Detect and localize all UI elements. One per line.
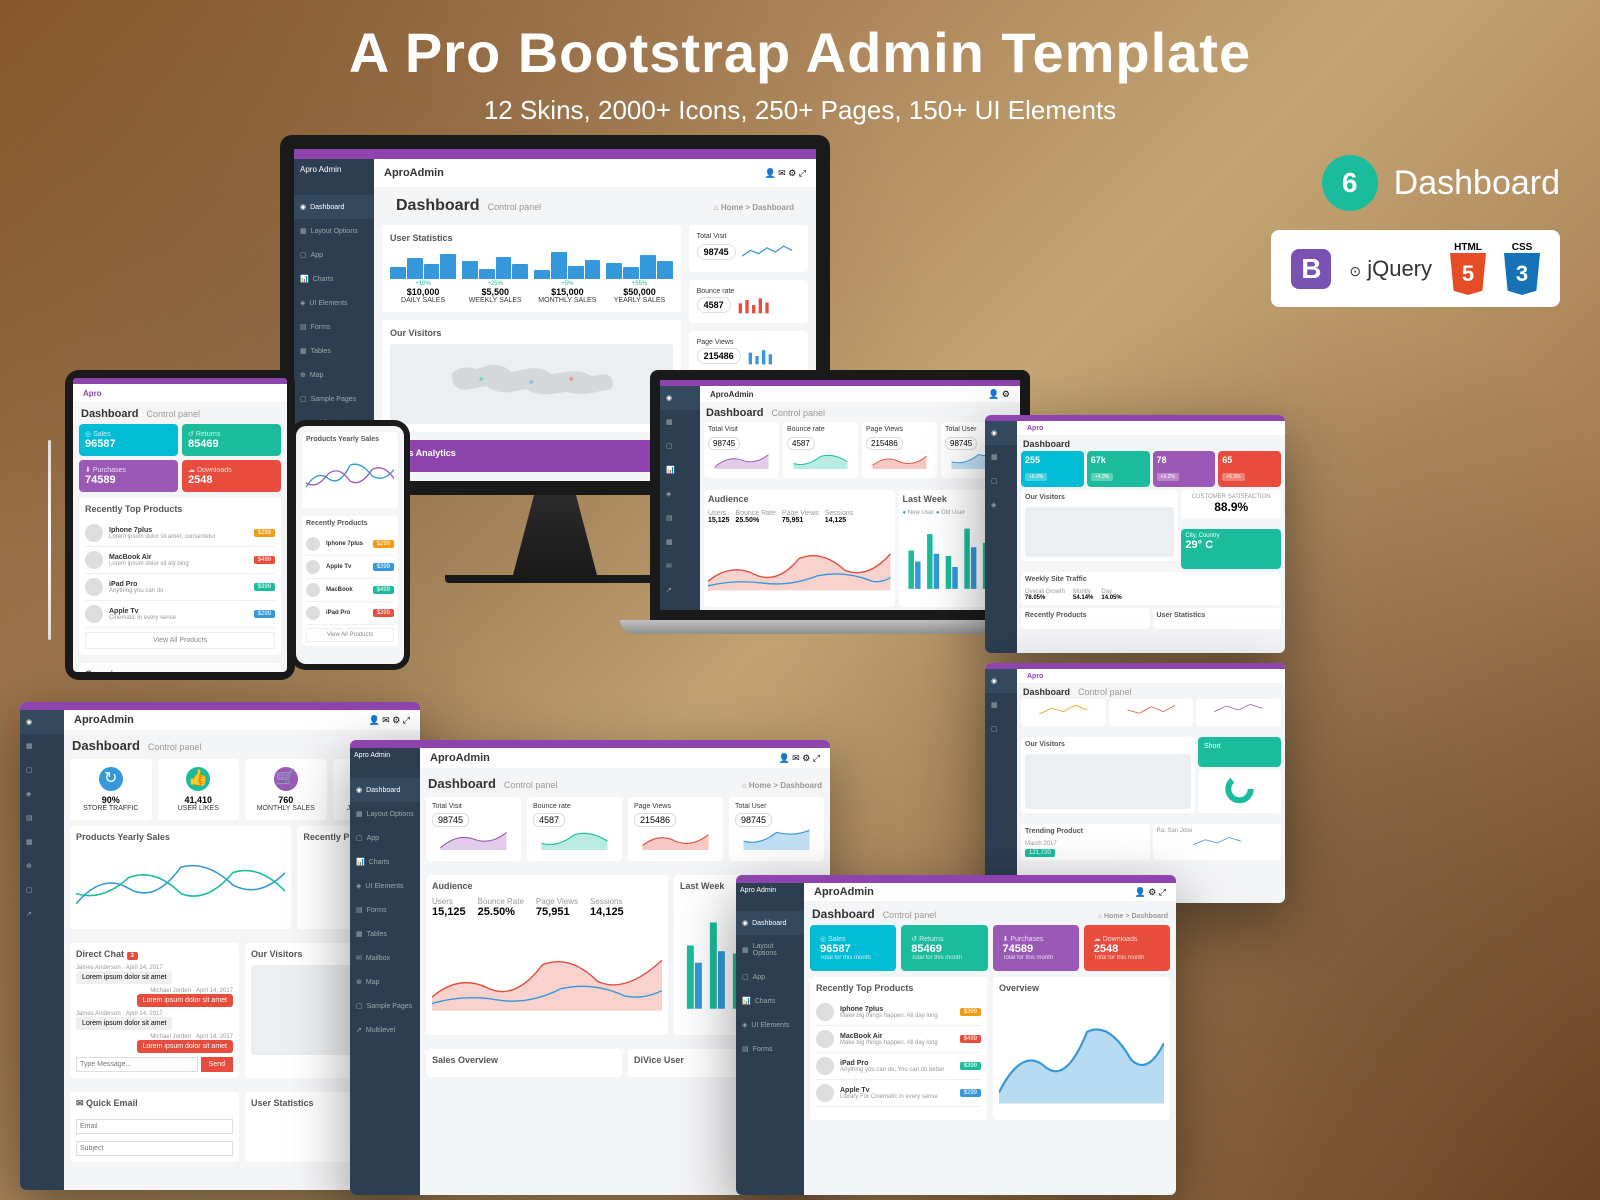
downloads-card[interactable]: ☁ Downloads2548Total for this month — [1084, 925, 1170, 971]
monthly-sales: 🛒760MONTHLY SALES — [245, 759, 327, 820]
html5-icon: 5 — [1450, 253, 1486, 295]
returns-card[interactable]: ↺ Returns85469Total for this month — [901, 925, 987, 971]
direct-chat-card: Direct Chat 3 James Anderson · April 14,… — [70, 943, 239, 1078]
stylus — [48, 440, 51, 640]
sidebar-item-layout[interactable]: ▦ Layout Options — [294, 219, 374, 243]
send-button[interactable]: Send — [201, 1057, 233, 1072]
email-input[interactable] — [76, 1119, 233, 1134]
list-item[interactable]: Apple TvCinematic in every sense$299 — [85, 601, 275, 628]
total-visit-card: Total Visit98745 — [704, 422, 779, 478]
audience-card: Audience Users15,125 Bounce Rate25.50% P… — [704, 490, 895, 607]
dashboard-window-stats: ◉▦▢◈ Apro Dashboard 255+6.9% 67k+4.3% 78… — [985, 415, 1285, 653]
list-item[interactable]: iPad ProAnything you can do, You can do … — [816, 1053, 981, 1080]
purchases-card[interactable]: ⬇ Purchases74589Total for this month — [993, 925, 1079, 971]
list-item[interactable]: Apple Tv$399 — [306, 556, 394, 579]
sidebar[interactable]: ◉▦▢◈▤▦⊕▢↗ — [20, 710, 64, 1190]
overview-chart: Overview — [993, 977, 1170, 1120]
dashboard-window-sales: Apro Admin ◉ Dashboard ▦ Layout Options … — [736, 875, 1176, 1195]
sales-stat[interactable]: ◎ Sales96587 — [79, 424, 178, 456]
sidebar-item-tables[interactable]: ▦ Tables — [294, 339, 374, 363]
jquery-icon: ⊙ jQuery — [1349, 256, 1432, 282]
sidebar-item-app[interactable]: ▢ App — [294, 243, 374, 267]
recently-top-products: Recently Top Products Iphone 7plusLorem … — [79, 498, 281, 655]
list-item[interactable]: Iphone 7plusMake big things happen. All … — [816, 999, 981, 1026]
brand: AproAdmin — [384, 167, 444, 179]
returns-stat[interactable]: ↺ Returns85469 — [182, 424, 281, 456]
dashboard-badge: 6 Dashboard — [1322, 155, 1560, 211]
list-item[interactable]: Iphone 7plus$299 — [306, 533, 394, 556]
page-title: DashboardControl panel⌂ Home > Dashboard — [382, 187, 808, 225]
sidebar[interactable]: Apro Admin ◉ Dashboard ▦ Layout Options … — [350, 748, 420, 1195]
tech-logos: B ⊙ jQuery HTML5 CSS3 — [1271, 230, 1560, 307]
sidebar[interactable]: ◉ ▦▢📊◈▤▦✉↗ — [660, 386, 700, 610]
list-item[interactable]: MacBook AirLorem ipsum dolor sit aly bin… — [85, 547, 275, 574]
downloads-stat[interactable]: ☁ Downloads2548 — [182, 460, 281, 492]
yearly-sales-chart: Products Yearly Sales — [70, 826, 291, 929]
badge-count: 6 — [1322, 155, 1378, 211]
sales-card[interactable]: ◎ Sales96587Total for this month — [810, 925, 896, 971]
total-visit-stat: Total Visit98745 — [689, 225, 808, 272]
hero-title: A Pro Bootstrap Admin Template — [0, 20, 1600, 85]
page-views-card: Page Views215486 — [862, 422, 937, 478]
stat-1[interactable]: 255+6.9% — [1021, 451, 1084, 487]
sidebar-item-dashboard[interactable]: ◉ — [660, 386, 700, 410]
view-all-button[interactable]: View All Products — [306, 628, 394, 642]
sidebar-item-map[interactable]: ⊕ Map — [294, 363, 374, 387]
view-all-button[interactable]: View All Products — [85, 632, 275, 649]
stat-2[interactable]: 67k+4.3% — [1087, 451, 1150, 487]
audience-card: Audience Users15,125 Bounce Rate25.50% P… — [426, 875, 668, 1035]
list-item[interactable]: MacBook AirMake big things happen. All d… — [816, 1026, 981, 1053]
bounce-rate-stat: Bounce rate4587 — [689, 280, 808, 323]
sidebar-item-sample[interactable]: ▢ Sample Pages — [294, 387, 374, 411]
list-item[interactable]: Iphone 7plusLorem ipsum dolor sit amet, … — [85, 520, 275, 547]
recently-top-products: Recently Top Products Iphone 7plusMake b… — [810, 977, 987, 1120]
bootstrap-icon: B — [1291, 249, 1331, 289]
overview-card: Overview — [79, 663, 281, 672]
css3-icon: 3 — [1504, 253, 1540, 295]
sidebar-item-forms[interactable]: ▤ Forms — [294, 315, 374, 339]
list-item[interactable]: Apple TvLibrary For Cinematic in every s… — [816, 1080, 981, 1107]
list-item[interactable]: iPad ProAnything you can do$399 — [85, 574, 275, 601]
stat-4[interactable]: 65+5.3% — [1218, 451, 1281, 487]
hero-subtitle: 12 Skins, 2000+ Icons, 250+ Pages, 150+ … — [0, 95, 1600, 126]
phone-device: Products Yearly Sales Recently Products … — [290, 420, 410, 670]
sidebar-item-ui[interactable]: ◈ UI Elements — [294, 291, 374, 315]
sidebar-item-dashboard[interactable]: ◉ Dashboard — [294, 195, 374, 219]
dashboard-window-map: ◉▦▢ Apro DashboardControl panel Our Visi… — [985, 663, 1285, 903]
badge-label: Dashboard — [1394, 164, 1560, 203]
tablet-device: Apro DashboardControl panel ◎ Sales96587… — [65, 370, 295, 680]
bounce-rate-card: Bounce rate4587 — [783, 422, 858, 478]
page-views-stat: Page Views215486 — [689, 331, 808, 374]
chat-input[interactable] — [76, 1057, 198, 1072]
stat-3[interactable]: 78+3.2% — [1153, 451, 1216, 487]
topbar-icons[interactable]: 👤 ✉ ⚙ ⤢ — [764, 168, 806, 179]
store-traffic: ↻90%STORE TRAFFIC — [70, 759, 152, 820]
list-item[interactable]: MacBook$499 — [306, 579, 394, 602]
sidebar[interactable]: Apro Admin ◉ Dashboard ▦ Layout Options … — [736, 883, 804, 1195]
quick-email-card: ✉ Quick Email — [70, 1092, 239, 1162]
list-item[interactable]: iPad Pro$399 — [306, 602, 394, 625]
sidebar-item-charts[interactable]: 📊 Charts — [294, 267, 374, 291]
daily-bars — [390, 249, 456, 279]
purchases-stat[interactable]: ⬇ Purchases74589 — [79, 460, 178, 492]
user-statistics-card: User Statistics +10%$10,000DAILY SALES +… — [382, 225, 681, 312]
user-likes: 👍41,410USER LIKES — [158, 759, 240, 820]
subject-input[interactable] — [76, 1141, 233, 1156]
